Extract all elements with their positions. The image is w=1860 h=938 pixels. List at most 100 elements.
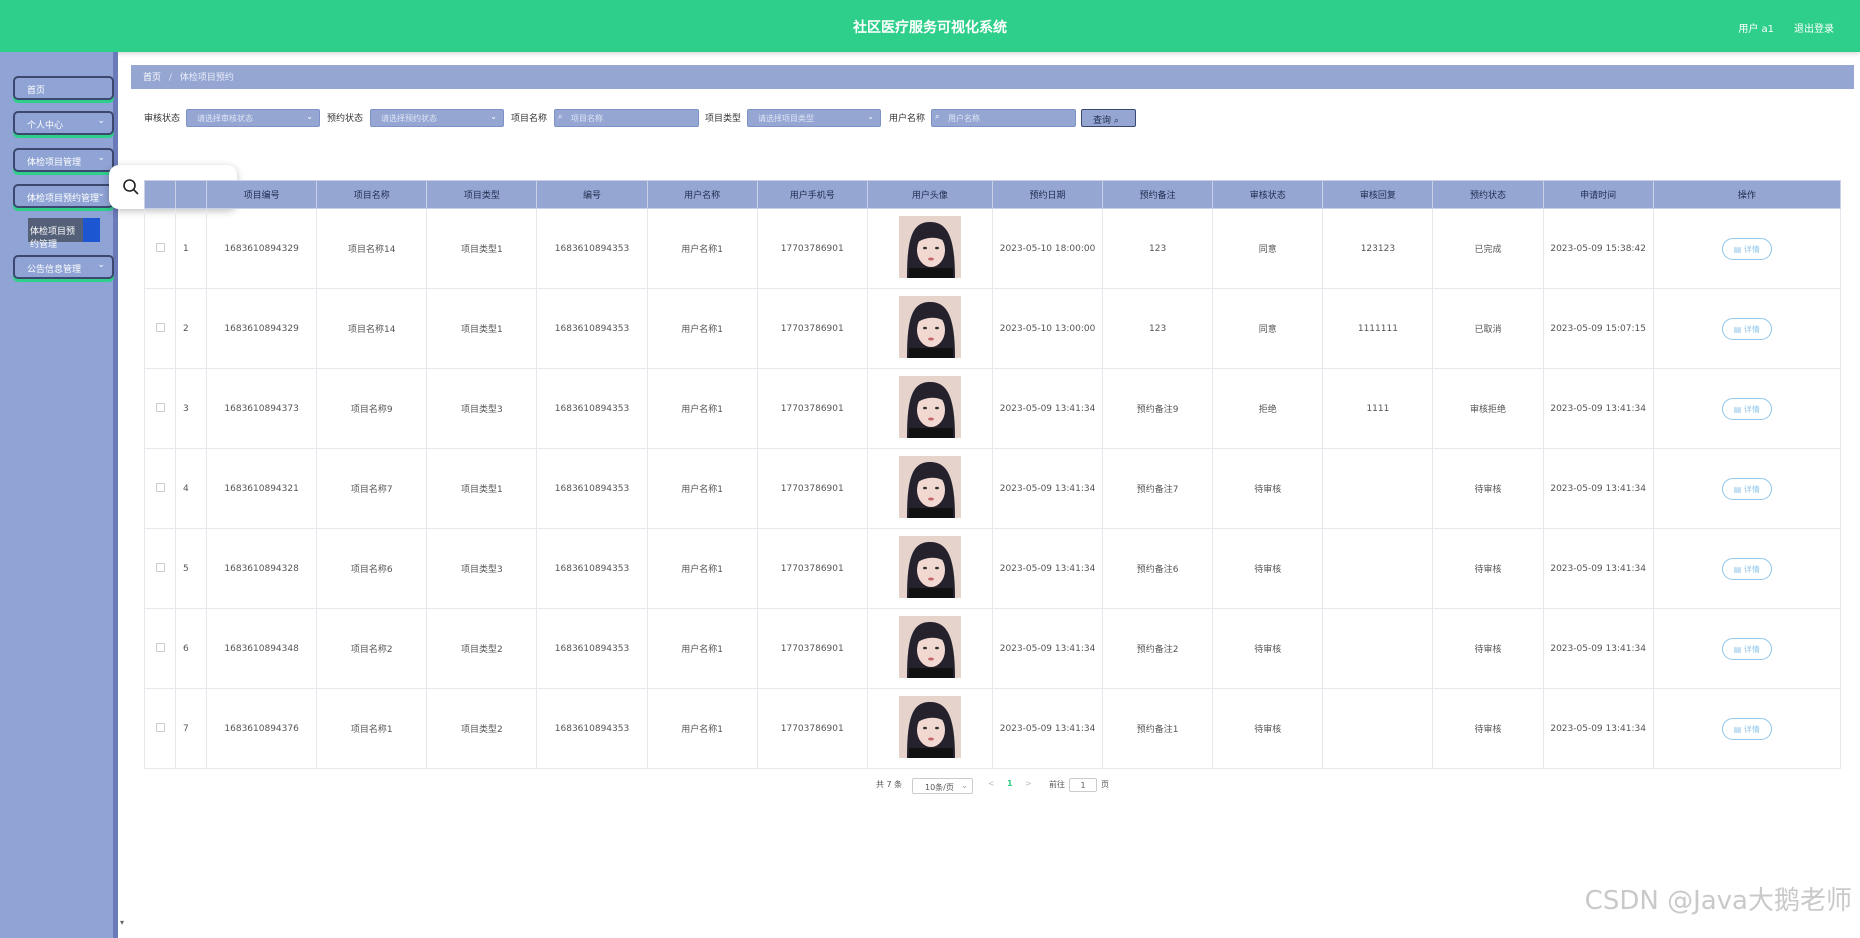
- detail-button[interactable]: ▤ 详情: [1721, 557, 1772, 580]
- cell-project-code: 1683610894376: [206, 688, 318, 769]
- cell-index: 3: [175, 368, 208, 449]
- cell-user-name: 用户名称1: [646, 368, 758, 449]
- cell-number: 1683610894353: [536, 448, 648, 529]
- breadcrumb-home[interactable]: 首页: [143, 73, 161, 83]
- cell-user-phone: 17703786901: [756, 608, 868, 689]
- goto-page-input[interactable]: 1: [1069, 778, 1097, 792]
- detail-button[interactable]: ▤ 详情: [1721, 477, 1772, 500]
- breadcrumb: 首页 / 体检项目预约: [131, 65, 1854, 89]
- page-size-select[interactable]: 10条/页 ⌄: [912, 778, 973, 794]
- cell-user-phone: 17703786901: [756, 208, 868, 289]
- query-button[interactable]: 查询 ⌕: [1081, 109, 1136, 127]
- sidebar-item-exam-project[interactable]: 体检项目管理 ⌄: [13, 148, 114, 172]
- cell-project-type: 项目类型1: [426, 288, 538, 369]
- row-checkbox[interactable]: [155, 562, 165, 572]
- booking-status-select[interactable]: 请选择预约状态 ⌄: [370, 109, 504, 127]
- user-name-input[interactable]: ⌕ 用户名称: [931, 109, 1076, 127]
- cell-actions: ▤ 详情: [1652, 528, 1842, 609]
- cell-user-name: 用户名称1: [646, 688, 758, 769]
- cell-audit-reply: [1322, 528, 1434, 609]
- query-label: 查询: [1093, 116, 1112, 126]
- row-checkbox[interactable]: [155, 642, 165, 652]
- cell-booking-date: 2023-05-09 13:41:34: [991, 688, 1104, 769]
- next-page-button[interactable]: >: [1025, 779, 1032, 788]
- table-row: 7 1683610894376 项目名称1 项目类型2 1683610894353 用户名…: [143, 688, 1842, 769]
- cell-booking-note: 123: [1102, 288, 1214, 369]
- sidebar-item-exam-booking[interactable]: 体检项目预约管理 ⌄: [13, 184, 114, 208]
- cell-audit-status: 拒绝: [1212, 368, 1324, 449]
- table-row: 4 1683610894321 项目名称7 项目类型1 1683610894353 用户名…: [143, 448, 1842, 529]
- header-audit-status: 审核状态: [1212, 180, 1324, 209]
- header-project-name: 项目名称: [316, 180, 428, 209]
- detail-button[interactable]: ▤ 详情: [1721, 717, 1772, 740]
- cell-actions: ▤ 详情: [1652, 288, 1842, 369]
- cell-user-name: 用户名称1: [646, 448, 758, 529]
- sidebar-item-personal-center[interactable]: 个人中心 ⌄: [13, 111, 114, 135]
- cell-number: 1683610894353: [536, 528, 648, 609]
- audit-status-select[interactable]: 请选择审核状态 ⌄: [186, 109, 320, 127]
- table-header-row: 项目编号 项目名称 项目类型 编号 用户名称 用户手机号 用户头像 预约日期 预…: [143, 180, 1842, 209]
- cell-avatar: [866, 688, 993, 769]
- chevron-down-icon: ⌄: [867, 112, 874, 121]
- cell-project-type: 项目类型1: [426, 448, 538, 529]
- audit-status-placeholder: 请选择审核状态: [197, 114, 253, 123]
- cell-number: 1683610894353: [536, 368, 648, 449]
- cell-booking-status: 审核拒绝: [1432, 368, 1544, 449]
- detail-button[interactable]: ▤ 详情: [1721, 237, 1772, 260]
- detail-button[interactable]: ▤ 详情: [1721, 397, 1772, 420]
- cell-user-phone: 17703786901: [756, 288, 868, 369]
- sidebar-item-notice[interactable]: 公告信息管理 ⌄: [13, 255, 114, 279]
- search-icon: ⌕: [935, 112, 940, 121]
- cell-booking-note: 预约备注7: [1102, 448, 1214, 529]
- header-select: [143, 180, 177, 209]
- prev-page-button[interactable]: <: [988, 779, 995, 788]
- cell-project-name: 项目名称14: [316, 288, 428, 369]
- user-name-label: 用户名称: [889, 114, 926, 124]
- header-booking-note: 预约备注: [1102, 180, 1214, 209]
- cell-project-type: 项目类型3: [426, 368, 538, 449]
- detail-button[interactable]: ▤ 详情: [1721, 637, 1772, 660]
- page-number-1[interactable]: 1: [1007, 779, 1013, 788]
- row-checkbox[interactable]: [155, 482, 165, 492]
- cell-select: [143, 528, 177, 609]
- header-index: [175, 180, 208, 209]
- submenu-exam-booking-management[interactable]: 体检项目预约管理: [28, 218, 100, 250]
- header-project-type: 项目类型: [426, 180, 538, 209]
- cell-applied-time: 2023-05-09 15:38:42: [1542, 208, 1654, 289]
- cell-index: 4: [175, 448, 208, 529]
- project-type-select[interactable]: 请选择项目类型 ⌄: [747, 109, 881, 127]
- search-icon[interactable]: [122, 178, 140, 199]
- cell-audit-status: 同意: [1212, 208, 1324, 289]
- cell-booking-status: 待审核: [1432, 528, 1544, 609]
- sidebar-item-label: 首页: [27, 86, 46, 96]
- sidebar-item-label: 个人中心: [27, 121, 64, 131]
- row-checkbox[interactable]: [155, 402, 165, 412]
- cell-booking-date: 2023-05-09 13:41:34: [991, 608, 1104, 689]
- cell-booking-note: 预约备注9: [1102, 368, 1214, 449]
- cell-project-name: 项目名称6: [316, 528, 428, 609]
- cell-audit-status: 待审核: [1212, 528, 1324, 609]
- user-name-placeholder: 用户名称: [948, 114, 980, 123]
- cell-booking-date: 2023-05-09 13:41:34: [991, 368, 1104, 449]
- booking-status-placeholder: 请选择预约状态: [381, 114, 437, 123]
- project-name-placeholder: 项目名称: [571, 114, 603, 123]
- table-row: 5 1683610894328 项目名称6 项目类型3 1683610894353 用户名…: [143, 528, 1842, 609]
- row-checkbox[interactable]: [155, 722, 165, 732]
- detail-button[interactable]: ▤ 详情: [1721, 317, 1772, 340]
- row-checkbox[interactable]: [155, 322, 165, 332]
- user-avatar-image: [898, 296, 961, 358]
- cell-user-phone: 17703786901: [756, 448, 868, 529]
- scroll-down-icon[interactable]: ▾: [120, 918, 124, 927]
- sidebar-item-home[interactable]: 首页: [13, 76, 114, 100]
- row-checkbox[interactable]: [155, 242, 165, 252]
- project-name-input[interactable]: ⌕ 项目名称: [554, 109, 699, 127]
- header-project-code: 项目编号: [206, 180, 318, 209]
- chevron-down-icon: ⌄: [97, 116, 105, 126]
- watermark: CSDN @Java大鹅老师: [1584, 886, 1852, 916]
- cell-audit-reply: 1111111: [1322, 288, 1434, 369]
- cell-project-name: 项目名称14: [316, 208, 428, 289]
- breadcrumb-current: 体检项目预约: [179, 73, 234, 83]
- logout-link[interactable]: 退出登录: [1794, 20, 1834, 35]
- table-row: 2 1683610894329 项目名称14 项目类型1 1683610894353 用户…: [143, 288, 1842, 369]
- cell-user-name: 用户名称1: [646, 528, 758, 609]
